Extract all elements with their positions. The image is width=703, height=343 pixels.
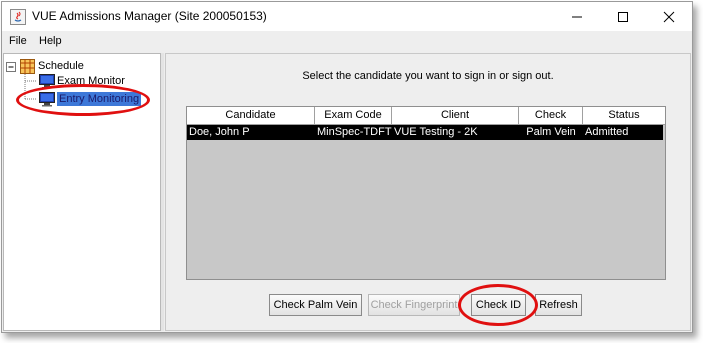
instruction-text: Select the candidate you want to sign in…: [302, 70, 554, 82]
menu-bar: File Help: [2, 31, 692, 51]
refresh-button[interactable]: Refresh: [535, 294, 582, 316]
split-divider[interactable]: [161, 53, 164, 331]
app-window: VUE Admissions Manager (Site 200050153) …: [1, 1, 693, 333]
tree-root-label: Schedule: [38, 60, 84, 72]
table-header: Candidate Exam Code Client Check Status: [187, 107, 665, 125]
cell-candidate: Doe, John P: [189, 126, 250, 138]
column-header-candidate[interactable]: Candidate: [187, 107, 315, 124]
column-header-status[interactable]: Status: [583, 107, 665, 124]
column-header-check[interactable]: Check: [519, 107, 583, 124]
maximize-icon: [618, 11, 628, 22]
cell-status: Admitted: [585, 126, 629, 138]
maximize-button[interactable]: [600, 2, 646, 31]
highlight-callout-check-id: [458, 284, 538, 326]
minimize-button[interactable]: [554, 2, 600, 31]
menu-file[interactable]: File: [9, 35, 27, 47]
java-app-icon: [10, 9, 26, 25]
title-bar[interactable]: VUE Admissions Manager (Site 200050153): [2, 2, 692, 31]
column-header-client[interactable]: Client: [392, 107, 519, 124]
cell-exam-code: MinSpec-TDFT: [317, 126, 392, 138]
cell-check: Palm Vein: [526, 126, 576, 138]
candidate-panel: Select the candidate you want to sign in…: [165, 53, 691, 331]
cell-client: VUE Testing - 2K: [394, 126, 478, 138]
highlight-callout-entry-monitoring: [16, 84, 150, 116]
menu-help[interactable]: Help: [39, 35, 62, 47]
collapse-icon[interactable]: [6, 62, 16, 72]
column-header-exam-code[interactable]: Exam Code: [315, 107, 392, 124]
table-row[interactable]: Doe, John P MinSpec-TDFT VUE Testing - 2…: [187, 125, 663, 140]
tree-root-schedule[interactable]: Schedule: [6, 59, 156, 75]
close-button[interactable]: [646, 2, 692, 31]
check-fingerprint-button[interactable]: Check Fingerprint: [368, 294, 460, 316]
candidate-table[interactable]: Candidate Exam Code Client Check Status …: [186, 106, 666, 280]
check-palm-vein-button[interactable]: Check Palm Vein: [269, 294, 362, 316]
minimize-icon: [572, 16, 582, 17]
close-icon: [663, 11, 675, 22]
schedule-grid-icon: [20, 59, 35, 74]
navigation-tree: Schedule Exam Monitor Entry Monitoring: [3, 53, 161, 331]
content-area: Schedule Exam Monitor Entry Monitoring S…: [2, 51, 692, 332]
window-title: VUE Admissions Manager (Site 200050153): [32, 9, 267, 23]
